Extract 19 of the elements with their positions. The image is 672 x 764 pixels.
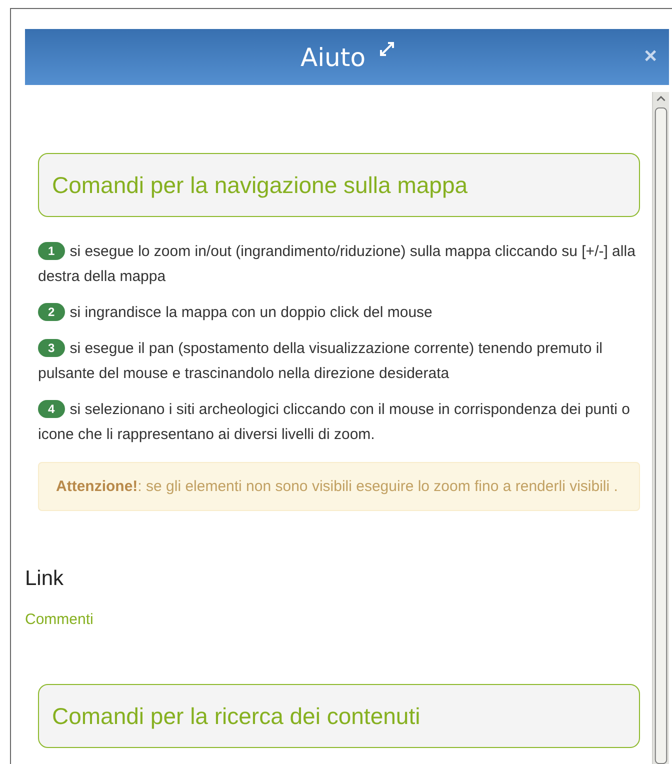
step-number: 1	[38, 242, 65, 260]
instruction-text: 4 si selezionano i siti archeologici cliccando con il mouse in corrispondenza dei punti o icone che li rappresentano ai diversi livelli di zoom.	[38, 399, 631, 445]
section-title: Comandi per la ricerca dei contenuti	[52, 703, 422, 729]
instruction-text: 1 si esegue lo zoom in/out (ingrandimento/riduzione) sulla mappa cliccando su [+/-] alla destra della mappa	[38, 241, 636, 287]
section-title: Comandi per la navigazione sulla mappa	[52, 172, 469, 198]
step-number: 4	[38, 400, 65, 418]
scroll-thumb[interactable]	[654, 106, 668, 764]
scroll-up-icon[interactable]	[656, 95, 666, 103]
comments-link[interactable]: Commenti	[25, 611, 94, 628]
expand-icon[interactable]	[380, 42, 394, 56]
warning-message: Attenzione!: se gli elementi non sono visibili eseguire lo zoom fino a renderli visibili .	[38, 462, 640, 511]
links-heading: Link	[25, 567, 65, 591]
step-number: 2	[38, 303, 65, 321]
scrollbar[interactable]	[652, 92, 669, 764]
instruction-text: 3 si esegue il pan (spostamento della visualizzazione corrente) tenendo premuto il pulsante del mouse e trascinandolo nella direzione desiderata	[38, 338, 604, 384]
close-button[interactable]: ×	[644, 43, 657, 69]
instruction-text: 2 si ingrandisce la mappa con un doppio click del mouse	[38, 300, 640, 325]
dialog-title: Aiuto	[300, 42, 366, 72]
step-number: 3	[38, 339, 65, 357]
